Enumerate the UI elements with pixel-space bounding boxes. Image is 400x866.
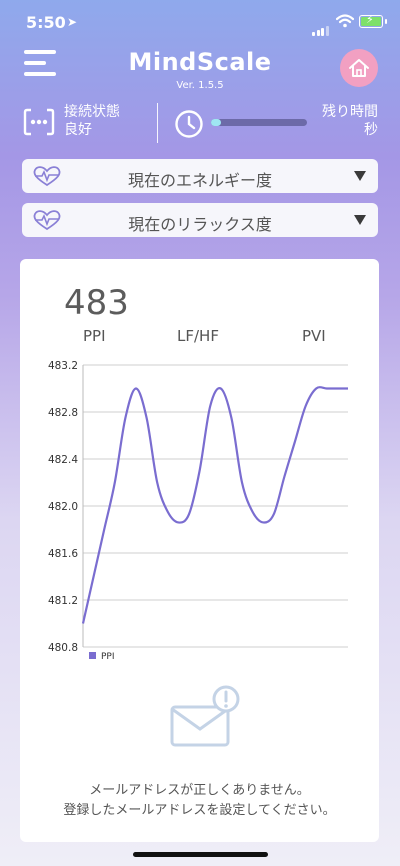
y-tick-label: 482.4: [48, 454, 78, 466]
y-tick-label: 480.8: [48, 642, 78, 654]
connection-icon: [23, 108, 55, 136]
error-message: メールアドレスが正しくありません。 登録したメールアドレスを設定してください。: [20, 781, 379, 821]
clock-icon: [175, 110, 203, 138]
y-tick-label: 482.8: [48, 407, 78, 419]
y-tick-label: 482.0: [48, 501, 78, 513]
mail-alert-icon: [170, 685, 240, 747]
home-icon: [349, 59, 369, 77]
relax-dropdown-label: 現在のリラックス度: [128, 215, 272, 234]
ppi-series-line: [81, 386, 348, 624]
connection-status: 接続状態 良好: [64, 103, 120, 139]
status-bar: 5:50 ➤ ⚡: [0, 0, 400, 44]
metric-card: 483 PPI LF/HF PVI 483.2 482.8 482.4 482.0 48…: [20, 259, 379, 842]
legend-swatch: [89, 652, 96, 659]
y-tick-label: 481.2: [48, 595, 78, 607]
battery-icon: ⚡: [359, 13, 387, 28]
remaining-time-fill: [211, 119, 221, 126]
remaining-time: 残り時間 秒: [322, 103, 378, 139]
location-icon: ➤: [67, 15, 78, 29]
relax-dropdown[interactable]: 現在のリラックス度: [22, 203, 378, 237]
chevron-down-icon: [354, 171, 366, 181]
y-tick-label: 483.2: [48, 360, 78, 372]
error-message-line-1: メールアドレスが正しくありません。: [89, 783, 310, 798]
connection-state: 良好: [64, 122, 92, 138]
app-version: Ver. 1.5.5: [176, 80, 224, 91]
energy-dropdown-label: 現在のエネルギー度: [127, 171, 272, 190]
error-message-line-2: 登録したメールアドレスを設定してください。: [63, 803, 336, 818]
energy-dropdown[interactable]: 現在のエネルギー度: [22, 159, 378, 193]
signal-icon: [312, 17, 330, 36]
connection-label: 接続状態: [64, 104, 120, 120]
remaining-time-unit: 秒: [364, 122, 378, 138]
remaining-time-label: 残り時間: [322, 104, 378, 120]
home-button[interactable]: [340, 49, 378, 87]
divider: [157, 103, 158, 143]
chevron-down-icon: [354, 215, 366, 225]
legend-label: PPI: [101, 652, 115, 662]
wifi-icon: [336, 14, 354, 28]
home-indicator[interactable]: [133, 852, 268, 857]
y-tick-label: 481.6: [48, 548, 78, 560]
ppi-chart: 483.2 482.8 482.4 482.0 481.6 481.2 480.8 PPI: [48, 360, 348, 662]
status-time: 5:50: [26, 13, 66, 32]
remaining-time-bar: [211, 119, 307, 126]
